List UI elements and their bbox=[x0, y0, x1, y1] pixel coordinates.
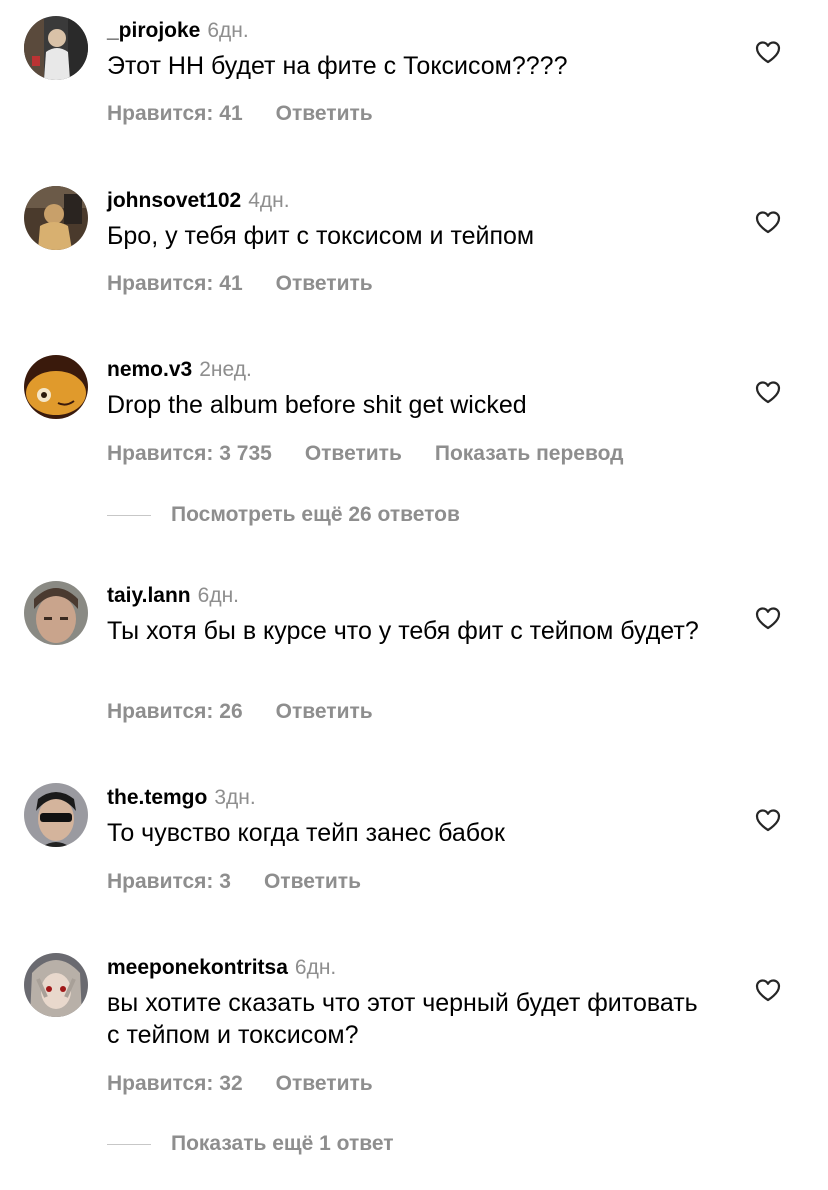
comment-actions: Нравится: 3 Ответить bbox=[107, 868, 394, 896]
reply-button[interactable]: Ответить bbox=[276, 1072, 373, 1095]
divider-line bbox=[107, 514, 151, 517]
heart-icon[interactable] bbox=[755, 40, 781, 64]
likes-count[interactable]: Нравится: 41 bbox=[107, 102, 243, 125]
username[interactable]: the.temgo bbox=[107, 786, 207, 809]
comment-text: Этот НН будет на фите с Токсисом???? bbox=[107, 52, 568, 80]
comment-header: taiy.lann 6дн. bbox=[107, 581, 239, 611]
reply-button[interactable]: Ответить bbox=[264, 870, 361, 893]
username[interactable]: meeponekontritsa bbox=[107, 956, 288, 979]
timestamp: 2нед. bbox=[199, 358, 252, 381]
show-translation-button[interactable]: Показать перевод bbox=[435, 442, 624, 465]
comment-header: the.temgo 3дн. bbox=[107, 783, 256, 813]
avatar[interactable] bbox=[24, 16, 88, 80]
comment-header: _pirojoke 6дн. bbox=[107, 16, 249, 46]
likes-count[interactable]: Нравится: 3 735 bbox=[107, 442, 272, 465]
heart-icon[interactable] bbox=[755, 606, 781, 630]
comment-header: johnsovet102 4дн. bbox=[107, 186, 290, 216]
comment-actions: Нравится: 3 735 Ответить Показать перевод bbox=[107, 440, 656, 468]
comment-text: вы хотите сказать что этот черный будет … bbox=[107, 989, 698, 1049]
comment-actions: Нравится: 41 Ответить bbox=[107, 100, 406, 128]
timestamp: 3дн. bbox=[214, 786, 256, 809]
heart-icon[interactable] bbox=[755, 978, 781, 1002]
likes-count[interactable]: Нравится: 41 bbox=[107, 272, 243, 295]
likes-count[interactable]: Нравится: 26 bbox=[107, 700, 243, 723]
avatar[interactable] bbox=[24, 355, 88, 419]
heart-icon[interactable] bbox=[755, 380, 781, 404]
likes-count[interactable]: Нравится: 32 bbox=[107, 1072, 243, 1095]
view-replies-button[interactable]: Посмотреть ещё 26 ответов bbox=[107, 501, 460, 529]
comment-text: Drop the album before shit get wicked bbox=[107, 391, 527, 419]
reply-button[interactable]: Ответить bbox=[276, 700, 373, 723]
avatar[interactable] bbox=[24, 783, 88, 847]
timestamp: 6дн. bbox=[197, 584, 240, 607]
timestamp: 6дн. bbox=[294, 956, 337, 979]
username[interactable]: _pirojoke bbox=[107, 19, 200, 42]
comment-header: nemo.v3 2нед. bbox=[107, 355, 252, 385]
view-replies-button[interactable]: Показать ещё 1 ответ bbox=[107, 1130, 394, 1158]
avatar[interactable] bbox=[24, 186, 88, 250]
timestamp: 6дн. bbox=[207, 19, 249, 42]
comment-actions: Нравится: 26 Ответить bbox=[107, 698, 406, 726]
heart-icon[interactable] bbox=[755, 808, 781, 832]
username[interactable]: nemo.v3 bbox=[107, 358, 192, 381]
reply-button[interactable]: Ответить bbox=[276, 272, 373, 295]
avatar[interactable] bbox=[24, 953, 88, 1017]
heart-icon[interactable] bbox=[755, 210, 781, 234]
divider-line bbox=[107, 1143, 151, 1146]
likes-count[interactable]: Нравится: 3 bbox=[107, 870, 231, 893]
timestamp: 4дн. bbox=[248, 189, 290, 212]
comment-actions: Нравится: 41 Ответить bbox=[107, 270, 406, 298]
comment-actions: Нравится: 32 Ответить bbox=[107, 1070, 406, 1098]
comment-text: То чувство когда тейп занес бабок bbox=[107, 819, 505, 847]
comment-text: Ты хотя бы в курсе что у тебя фит с тейп… bbox=[107, 617, 699, 645]
view-replies-label[interactable]: Посмотреть ещё 26 ответов bbox=[171, 503, 460, 526]
comment-header: meeponekontritsa 6дн. bbox=[107, 953, 336, 983]
username[interactable]: taiy.lann bbox=[107, 584, 191, 607]
username[interactable]: johnsovet102 bbox=[107, 189, 241, 212]
comment-text: Бро, у тебя фит с токсисом и тейпом bbox=[107, 222, 535, 250]
view-replies-label[interactable]: Показать ещё 1 ответ bbox=[171, 1132, 394, 1155]
avatar[interactable] bbox=[24, 581, 88, 645]
reply-button[interactable]: Ответить bbox=[276, 102, 373, 125]
reply-button[interactable]: Ответить bbox=[305, 442, 402, 465]
